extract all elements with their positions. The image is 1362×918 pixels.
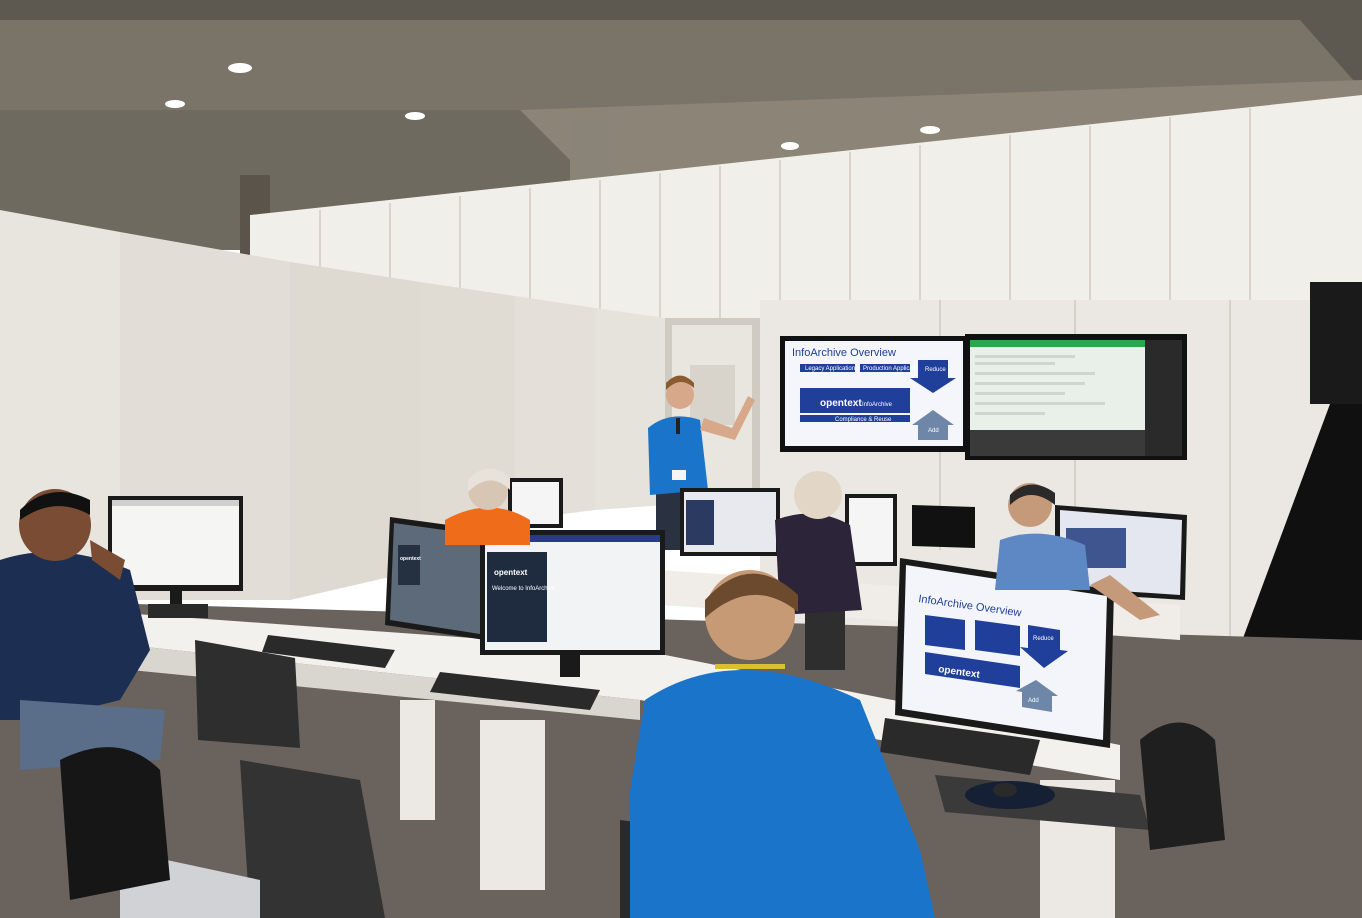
screen-brand: opentext [400,556,421,562]
ceiling-light [781,142,799,150]
slide-block [925,615,965,650]
slide-title: InfoArchive Overview [792,347,896,359]
screen-sub: Welcome to InfoArchive [492,586,556,592]
slide-box-label: Legacy Applications [805,366,858,372]
app-header-bar [970,340,1145,347]
slide-bottom-label: Compliance & Reuse [835,417,892,423]
ceiling-light [405,112,425,120]
desk-leg [400,700,435,820]
monitor-left-screen [112,500,239,585]
arrow-text: Add [1028,698,1039,704]
ceiling-light [165,100,185,108]
door-window [690,365,735,425]
slide-block [975,620,1020,656]
keyboard [148,604,208,618]
mouse [993,783,1017,797]
screen-banner [686,500,714,545]
arrow-text: Reduce [925,367,946,373]
slide-box-label: Production Applications [863,366,925,372]
arrow-text: Reduce [1033,636,1054,642]
taskbar-area [970,430,1145,456]
slide-brand: opentext [820,398,862,409]
console-panel [1145,340,1182,456]
screen-panel [398,545,420,585]
chair [195,640,300,748]
chair [805,610,845,670]
speaker-box [1310,282,1362,404]
screen-brand: opentext [494,568,528,577]
screen-toolbar [112,500,239,506]
backpack [1140,722,1225,850]
backpack [60,747,170,900]
ceiling-light [228,63,252,73]
laptop [912,505,975,548]
desk-leg [480,720,545,890]
training-room-scene: InfoArchive Overview Legacy Applications… [0,0,1362,918]
arrow-text: Add [928,428,939,434]
monitor-back-screen [849,498,893,562]
screen-banner [487,552,547,642]
ceiling-light [920,126,940,134]
monitor-stand [560,655,580,677]
slide-brand-sub: InfoArchive [862,402,893,408]
